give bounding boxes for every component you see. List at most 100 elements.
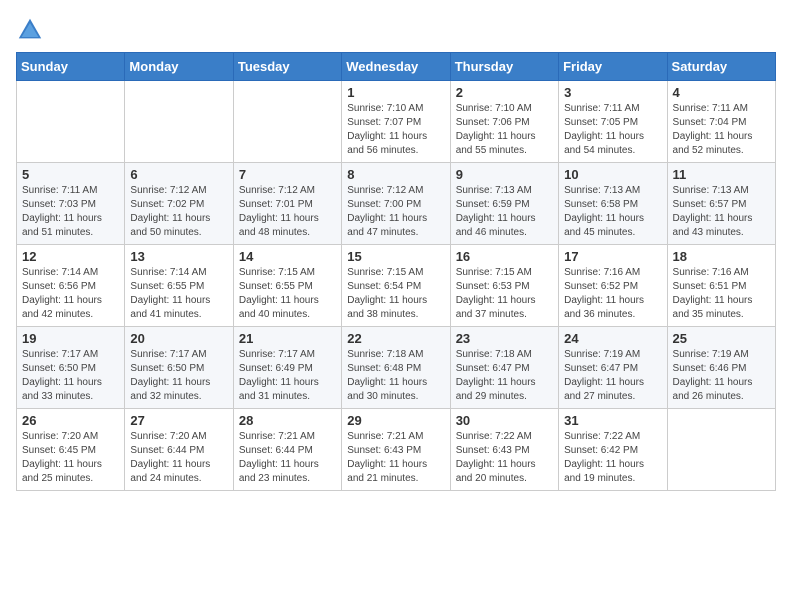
col-header-wednesday: Wednesday (342, 53, 450, 81)
calendar-day-10: 10 Sunrise: 7:13 AMSunset: 6:58 PMDayligh… (559, 163, 667, 245)
day-number: 20 (130, 331, 227, 346)
calendar-week-row: 1 Sunrise: 7:10 AMSunset: 7:07 PMDaylight… (17, 81, 776, 163)
calendar-day-5: 5 Sunrise: 7:11 AMSunset: 7:03 PMDaylight… (17, 163, 125, 245)
day-number: 15 (347, 249, 444, 264)
day-info: Sunrise: 7:18 AMSunset: 6:48 PMDaylight:… (347, 348, 444, 404)
day-number: 19 (22, 331, 119, 346)
day-number: 25 (673, 331, 770, 346)
day-info: Sunrise: 7:21 AMSunset: 6:44 PMDaylight:… (239, 430, 336, 486)
day-number: 16 (456, 249, 553, 264)
day-info: Sunrise: 7:12 AMSunset: 7:01 PMDaylight:… (239, 184, 336, 240)
day-info: Sunrise: 7:17 AMSunset: 6:50 PMDaylight:… (130, 348, 227, 404)
col-header-tuesday: Tuesday (233, 53, 341, 81)
day-info: Sunrise: 7:13 AMSunset: 6:59 PMDaylight:… (456, 184, 553, 240)
day-number: 9 (456, 167, 553, 182)
day-number: 3 (564, 85, 661, 100)
day-number: 30 (456, 413, 553, 428)
calendar-empty (667, 409, 775, 491)
calendar-day-27: 27Sunrise: 7:20 AMSunset: 6:44 PMDayligh… (125, 409, 233, 491)
header (16, 16, 776, 44)
day-number: 11 (673, 167, 770, 182)
logo (16, 16, 48, 44)
col-header-thursday: Thursday (450, 53, 558, 81)
day-info: Sunrise: 7:17 AMSunset: 6:49 PMDaylight:… (239, 348, 336, 404)
day-info: Sunrise: 7:20 AMSunset: 6:45 PMDaylight:… (22, 430, 119, 486)
day-number: 12 (22, 249, 119, 264)
calendar-day-12: 12 Sunrise: 7:14 AMSunset: 6:56 PMDayligh… (17, 245, 125, 327)
logo-icon (16, 16, 44, 44)
calendar-day-14: 14 Sunrise: 7:15 AMSunset: 6:55 PMDayligh… (233, 245, 341, 327)
day-info: Sunrise: 7:11 AMSunset: 7:03 PMDaylight:… (22, 184, 119, 240)
day-info: Sunrise: 7:20 AMSunset: 6:44 PMDaylight:… (130, 430, 227, 486)
calendar-day-7: 7 Sunrise: 7:12 AMSunset: 7:01 PMDaylight… (233, 163, 341, 245)
calendar-day-18: 18 Sunrise: 7:16 AMSunset: 6:51 PMDayligh… (667, 245, 775, 327)
day-number: 23 (456, 331, 553, 346)
day-info: Sunrise: 7:15 AMSunset: 6:54 PMDaylight:… (347, 266, 444, 322)
calendar-week-row: 5 Sunrise: 7:11 AMSunset: 7:03 PMDaylight… (17, 163, 776, 245)
calendar-empty (17, 81, 125, 163)
day-info: Sunrise: 7:11 AMSunset: 7:04 PMDaylight:… (673, 102, 770, 158)
calendar-empty (125, 81, 233, 163)
day-info: Sunrise: 7:13 AMSunset: 6:57 PMDaylight:… (673, 184, 770, 240)
day-info: Sunrise: 7:22 AMSunset: 6:43 PMDaylight:… (456, 430, 553, 486)
day-number: 5 (22, 167, 119, 182)
calendar: SundayMondayTuesdayWednesdayThursdayFrid… (16, 52, 776, 491)
day-number: 24 (564, 331, 661, 346)
col-header-friday: Friday (559, 53, 667, 81)
calendar-day-19: 19 Sunrise: 7:17 AMSunset: 6:50 PMDayligh… (17, 327, 125, 409)
day-number: 18 (673, 249, 770, 264)
day-number: 22 (347, 331, 444, 346)
calendar-day-16: 16 Sunrise: 7:15 AMSunset: 6:53 PMDayligh… (450, 245, 558, 327)
day-info: Sunrise: 7:15 AMSunset: 6:53 PMDaylight:… (456, 266, 553, 322)
day-number: 13 (130, 249, 227, 264)
day-number: 21 (239, 331, 336, 346)
calendar-day-28: 28 Sunrise: 7:21 AMSunset: 6:44 PMDayligh… (233, 409, 341, 491)
calendar-day-30: 30 Sunrise: 7:22 AMSunset: 6:43 PMDayligh… (450, 409, 558, 491)
col-header-saturday: Saturday (667, 53, 775, 81)
calendar-day-11: 11 Sunrise: 7:13 AMSunset: 6:57 PMDayligh… (667, 163, 775, 245)
day-info: Sunrise: 7:22 AMSunset: 6:42 PMDaylight:… (564, 430, 661, 486)
day-number: 1 (347, 85, 444, 100)
day-number: 10 (564, 167, 661, 182)
calendar-day-31: 31 Sunrise: 7:22 AMSunset: 6:42 PMDayligh… (559, 409, 667, 491)
calendar-day-29: 29 Sunrise: 7:21 AMSunset: 6:43 PMDayligh… (342, 409, 450, 491)
day-number: 31 (564, 413, 661, 428)
day-info: Sunrise: 7:17 AMSunset: 6:50 PMDaylight:… (22, 348, 119, 404)
calendar-day-3: 3Sunrise: 7:11 AMSunset: 7:05 PMDaylight… (559, 81, 667, 163)
calendar-week-row: 12 Sunrise: 7:14 AMSunset: 6:56 PMDayligh… (17, 245, 776, 327)
calendar-day-2: 2 Sunrise: 7:10 AMSunset: 7:06 PMDaylight… (450, 81, 558, 163)
calendar-day-26: 26 Sunrise: 7:20 AMSunset: 6:45 PMDayligh… (17, 409, 125, 491)
calendar-day-13: 13Sunrise: 7:14 AMSunset: 6:55 PMDayligh… (125, 245, 233, 327)
calendar-week-row: 26 Sunrise: 7:20 AMSunset: 6:45 PMDayligh… (17, 409, 776, 491)
day-number: 26 (22, 413, 119, 428)
day-info: Sunrise: 7:15 AMSunset: 6:55 PMDaylight:… (239, 266, 336, 322)
day-number: 2 (456, 85, 553, 100)
day-info: Sunrise: 7:19 AMSunset: 6:46 PMDaylight:… (673, 348, 770, 404)
day-number: 7 (239, 167, 336, 182)
calendar-empty (233, 81, 341, 163)
calendar-day-20: 20 Sunrise: 7:17 AMSunset: 6:50 PMDayligh… (125, 327, 233, 409)
col-header-sunday: Sunday (17, 53, 125, 81)
day-number: 28 (239, 413, 336, 428)
day-info: Sunrise: 7:10 AMSunset: 7:07 PMDaylight:… (347, 102, 444, 158)
day-info: Sunrise: 7:13 AMSunset: 6:58 PMDaylight:… (564, 184, 661, 240)
day-info: Sunrise: 7:16 AMSunset: 6:51 PMDaylight:… (673, 266, 770, 322)
calendar-day-25: 25 Sunrise: 7:19 AMSunset: 6:46 PMDayligh… (667, 327, 775, 409)
day-number: 17 (564, 249, 661, 264)
day-number: 14 (239, 249, 336, 264)
day-number: 4 (673, 85, 770, 100)
day-info: Sunrise: 7:14 AMSunset: 6:56 PMDaylight:… (22, 266, 119, 322)
calendar-week-row: 19 Sunrise: 7:17 AMSunset: 6:50 PMDayligh… (17, 327, 776, 409)
day-number: 6 (130, 167, 227, 182)
calendar-day-22: 22 Sunrise: 7:18 AMSunset: 6:48 PMDayligh… (342, 327, 450, 409)
day-info: Sunrise: 7:10 AMSunset: 7:06 PMDaylight:… (456, 102, 553, 158)
day-info: Sunrise: 7:19 AMSunset: 6:47 PMDaylight:… (564, 348, 661, 404)
day-info: Sunrise: 7:12 AMSunset: 7:00 PMDaylight:… (347, 184, 444, 240)
calendar-day-17: 17 Sunrise: 7:16 AMSunset: 6:52 PMDayligh… (559, 245, 667, 327)
calendar-day-4: 4 Sunrise: 7:11 AMSunset: 7:04 PMDaylight… (667, 81, 775, 163)
calendar-day-21: 21 Sunrise: 7:17 AMSunset: 6:49 PMDayligh… (233, 327, 341, 409)
day-info: Sunrise: 7:21 AMSunset: 6:43 PMDaylight:… (347, 430, 444, 486)
calendar-day-6: 6Sunrise: 7:12 AMSunset: 7:02 PMDaylight… (125, 163, 233, 245)
day-number: 29 (347, 413, 444, 428)
day-info: Sunrise: 7:16 AMSunset: 6:52 PMDaylight:… (564, 266, 661, 322)
